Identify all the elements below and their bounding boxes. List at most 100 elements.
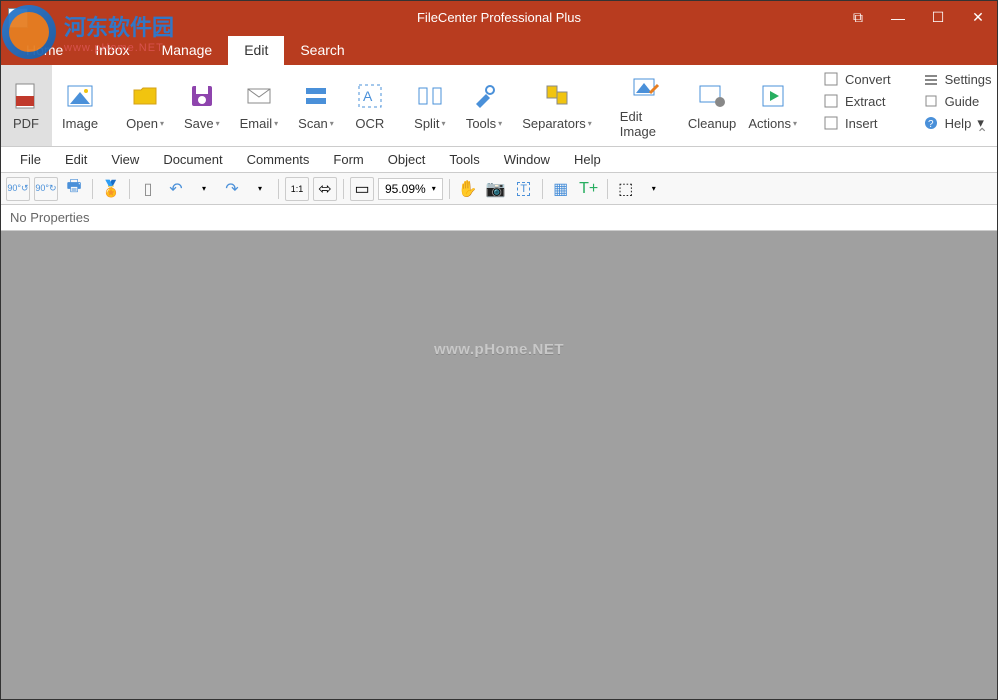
fit-page-button[interactable]: 1:1 [285,177,309,201]
restore-icon[interactable]: ⧉ [838,0,878,35]
separators-label: Separators [522,116,586,131]
svg-text:A: A [363,88,373,104]
rotate-left-icon: 90°↺ [7,183,28,194]
menu-comments[interactable]: Comments [235,148,322,171]
insert-label: Insert [845,116,878,131]
image-button[interactable]: Image [52,65,108,146]
text-select-button[interactable]: T [512,177,536,201]
redo-button[interactable]: ↷ [220,177,244,201]
edit-image-icon [630,73,662,105]
folder-open-icon [129,80,161,112]
menu-view[interactable]: View [99,148,151,171]
tab-search[interactable]: Search [284,36,360,65]
extract-label: Extract [845,94,885,109]
svg-text:?: ? [928,119,934,130]
guide-icon [923,93,939,109]
camera-icon: 📷 [486,179,506,199]
text-add-button[interactable]: T+ [577,177,601,201]
zoom-input[interactable]: 95.09% ▾ [378,178,443,200]
ocr-icon: A [354,80,386,112]
settings-button[interactable]: Settings [919,69,996,89]
collapse-ribbon-button[interactable]: ⌃ [976,125,988,142]
edit-image-button[interactable]: Edit Image [610,65,682,146]
insert-button[interactable]: Insert [819,113,895,133]
actual-size-icon: ▭ [354,179,369,199]
chevron-down-icon: ▾ [588,119,592,128]
hand-button[interactable]: ✋ [456,177,480,201]
email-label: Email [240,116,273,131]
cleanup-label: Cleanup [688,116,736,131]
app-icon [8,8,28,28]
split-button[interactable]: Split▾ [404,65,456,146]
menu-document[interactable]: Document [151,148,234,171]
fit-width-button[interactable]: ⬄ [313,177,337,201]
menu-edit[interactable]: Edit [53,148,99,171]
fit-page-icon: 1:1 [291,184,304,194]
scan-button[interactable]: Scan▾ [288,65,344,146]
redo-dropdown[interactable]: ▾ [248,177,272,201]
select-button[interactable]: ⬚ [614,177,638,201]
menu-help[interactable]: Help [562,148,613,171]
select-dropdown[interactable]: ▾ [642,177,666,201]
chevron-down-icon: ▾ [216,119,220,128]
print-icon: 🖶 [66,175,81,202]
scan-icon [300,80,332,112]
document-area: www.pHome.NET [0,231,998,700]
menu-form[interactable]: Form [321,148,375,171]
close-button[interactable]: ✕ [958,0,998,35]
print-button[interactable]: 🖶 [62,177,86,201]
open-button[interactable]: Open▾ [116,65,174,146]
split-icon [414,80,446,112]
fit-width-icon: ⬄ [318,179,331,199]
chevron-down-icon: ▾ [274,119,278,128]
email-button[interactable]: Email▾ [230,65,289,146]
minimize-button[interactable]: — [878,0,918,35]
tools-button[interactable]: Tools▾ [456,65,512,146]
save-button[interactable]: Save▾ [174,65,230,146]
undo-button[interactable]: ↶ [164,177,188,201]
save-icon [186,80,218,112]
actions-button[interactable]: Actions▾ [742,65,803,146]
tab-edit[interactable]: Edit [228,36,284,65]
settings-label: Settings [945,72,992,87]
zoom-value: 95.09% [385,182,426,196]
help-label: Help [945,116,972,131]
settings-icon [923,71,939,87]
menu-window[interactable]: Window [492,148,562,171]
menu-tools[interactable]: Tools [437,148,491,171]
text-add-icon: T+ [579,180,598,198]
rotate-left-button[interactable]: 90°↺ [6,177,30,201]
chevron-down-icon: ▾ [330,119,334,128]
extract-icon [823,93,839,109]
pdf-icon [10,80,42,112]
convert-label: Convert [845,72,891,87]
page-icon: ▯ [144,179,153,199]
tab-home[interactable]: Home [10,36,79,65]
cleanup-button[interactable]: Cleanup [682,65,743,146]
actual-size-button[interactable]: ▭ [350,177,374,201]
tab-inbox[interactable]: Inbox [79,36,145,65]
page-button[interactable]: ▯ [136,177,160,201]
menu-file[interactable]: File [8,148,53,171]
convert-button[interactable]: Convert [819,69,895,89]
maximize-button[interactable]: ☐ [918,0,958,35]
separators-button[interactable]: Separators▾ [512,65,602,146]
pdf-button[interactable]: PDF [0,65,52,146]
undo-dropdown[interactable]: ▾ [192,177,216,201]
ocr-button[interactable]: A OCR [344,65,396,146]
guide-button[interactable]: Guide [919,91,996,111]
guide-label: Guide [945,94,980,109]
save-label: Save [184,116,214,131]
help-icon: ? [923,115,939,131]
ribbon-icon-button[interactable]: 🏅 [99,177,123,201]
rotate-right-button[interactable]: 90°↻ [34,177,58,201]
open-label: Open [126,116,158,131]
actions-label: Actions [748,116,791,131]
insert-icon [823,115,839,131]
redo-icon: ↷ [225,179,238,199]
form-tool-button[interactable]: ▦ [549,177,573,201]
tab-manage[interactable]: Manage [146,36,229,65]
menu-object[interactable]: Object [376,148,438,171]
extract-button[interactable]: Extract [819,91,895,111]
snapshot-button[interactable]: 📷 [484,177,508,201]
